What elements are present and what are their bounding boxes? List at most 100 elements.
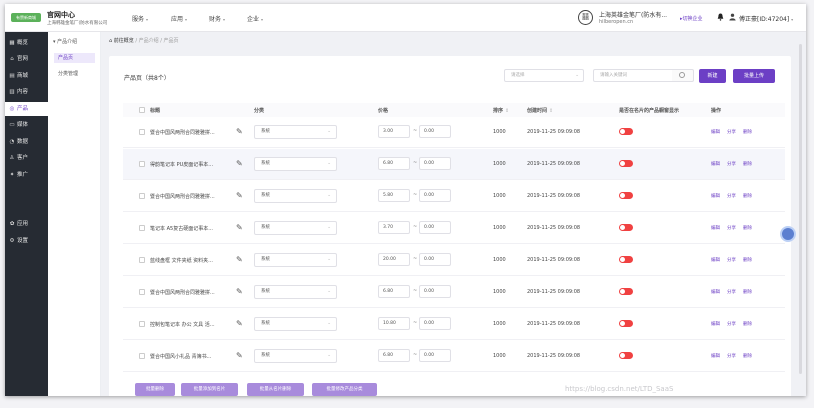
submenu-group-title[interactable]: ▾ 产品介绍 bbox=[53, 38, 77, 45]
bell-icon[interactable] bbox=[717, 13, 724, 21]
show-in-card-toggle[interactable] bbox=[619, 160, 633, 167]
sidebar-item-settings[interactable]: ⚙ 设置 bbox=[5, 234, 48, 248]
category-filter-select[interactable]: 请选择 ⌄ bbox=[504, 69, 584, 82]
user-menu[interactable]: 傅正豪[ID:47204] ▾ bbox=[739, 14, 793, 23]
row-category-select[interactable]: 系统 ⌄ bbox=[254, 189, 337, 203]
sidebar-item-website[interactable]: ⌂ 官网 bbox=[5, 52, 48, 66]
search-input[interactable]: 请输入关键词 bbox=[593, 69, 681, 82]
row-checkbox[interactable] bbox=[139, 193, 145, 199]
row-category-select[interactable]: 系统 ⌄ bbox=[254, 317, 337, 331]
pencil-icon[interactable]: ✎ bbox=[236, 190, 246, 201]
pencil-icon[interactable]: ✎ bbox=[236, 126, 246, 137]
share-link[interactable]: 分享 bbox=[727, 129, 736, 135]
show-in-card-toggle[interactable] bbox=[619, 128, 633, 135]
price-max-input[interactable]: 0.00 bbox=[419, 157, 451, 170]
delete-link[interactable]: 删除 bbox=[743, 129, 752, 135]
edit-link[interactable]: 编辑 bbox=[711, 321, 720, 327]
price-min-input[interactable]: 5.80 bbox=[378, 189, 410, 202]
row-checkbox[interactable] bbox=[139, 353, 145, 359]
sidebar-item-mall[interactable]: ▤ 商城 bbox=[5, 69, 48, 83]
row-checkbox[interactable] bbox=[139, 321, 145, 327]
nav-service[interactable]: 服务 ▾ bbox=[132, 14, 148, 23]
nav-enterprise[interactable]: 企业 ▾ bbox=[247, 14, 263, 23]
edit-link[interactable]: 编辑 bbox=[711, 289, 720, 295]
share-link[interactable]: 分享 bbox=[727, 289, 736, 295]
row-title[interactable]: 笔记本 A5复古硬面记事本... bbox=[150, 225, 228, 232]
delete-link[interactable]: 删除 bbox=[743, 257, 752, 263]
price-max-input[interactable]: 0.00 bbox=[419, 317, 451, 330]
pencil-icon[interactable]: ✎ bbox=[236, 286, 246, 297]
pencil-icon[interactable]: ✎ bbox=[236, 222, 246, 233]
col-sort[interactable]: 排序 ⇕ bbox=[493, 107, 509, 114]
delete-link[interactable]: 删除 bbox=[743, 225, 752, 231]
row-category-select[interactable]: 系统 ⌄ bbox=[254, 253, 337, 267]
price-max-input[interactable]: 0.00 bbox=[419, 221, 451, 234]
bulk-upload-button[interactable]: 批量上传 bbox=[733, 69, 775, 83]
pencil-icon[interactable]: ✎ bbox=[236, 318, 246, 329]
breadcrumb-home[interactable]: ⌂ 前往概览 bbox=[109, 38, 134, 44]
row-title[interactable]: 蓝线盘框 文件夹纸 资料夹... bbox=[150, 257, 228, 264]
delete-link[interactable]: 删除 bbox=[743, 289, 752, 295]
show-in-card-toggle[interactable] bbox=[619, 352, 633, 359]
pencil-icon[interactable]: ✎ bbox=[236, 350, 246, 361]
show-in-card-toggle[interactable] bbox=[619, 288, 633, 295]
row-checkbox[interactable] bbox=[139, 257, 145, 263]
logo[interactable]: 有赞新商城 bbox=[11, 13, 41, 22]
row-category-select[interactable]: 系统 ⌄ bbox=[254, 157, 337, 171]
search-button[interactable] bbox=[672, 69, 694, 82]
show-in-card-toggle[interactable] bbox=[619, 256, 633, 263]
sidebar-item-apps[interactable]: ✿ 应用 bbox=[5, 217, 48, 231]
show-in-card-toggle[interactable] bbox=[619, 224, 633, 231]
bulk-delete-button[interactable]: 批量删除 bbox=[135, 383, 175, 396]
price-min-input[interactable]: 6.80 bbox=[378, 157, 410, 170]
select-all-checkbox[interactable] bbox=[139, 107, 145, 113]
switch-company-link[interactable]: ▸切换企业 bbox=[680, 15, 703, 22]
row-title[interactable]: 暨合中国风两刑合同雅雅拼... bbox=[150, 193, 228, 200]
scrollbar[interactable] bbox=[799, 44, 802, 374]
row-category-select[interactable]: 系统 ⌄ bbox=[254, 221, 337, 235]
price-min-input[interactable]: 3.70 bbox=[378, 221, 410, 234]
share-link[interactable]: 分享 bbox=[727, 321, 736, 327]
row-title[interactable]: 暨合中国风两刑合同雅雅拼... bbox=[150, 289, 228, 296]
price-max-input[interactable]: 0.00 bbox=[419, 285, 451, 298]
row-category-select[interactable]: 系统 ⌄ bbox=[254, 349, 337, 363]
bulk-change-category-button[interactable]: 批量修改产品分类 bbox=[312, 383, 377, 396]
row-title[interactable]: 控制包笔记本 办公 文具 活... bbox=[150, 321, 228, 328]
price-max-input[interactable]: 0.00 bbox=[419, 125, 451, 138]
sidebar-item-overview[interactable]: ▦ 概览 bbox=[5, 36, 48, 50]
share-link[interactable]: 分享 bbox=[727, 193, 736, 199]
delete-link[interactable]: 删除 bbox=[743, 321, 752, 327]
sidebar-item-customer[interactable]: ♙ 客户 bbox=[5, 151, 48, 165]
nav-finance[interactable]: 财务 ▾ bbox=[209, 14, 225, 23]
price-min-input[interactable]: 6.80 bbox=[378, 349, 410, 362]
show-in-card-toggle[interactable] bbox=[619, 320, 633, 327]
delete-link[interactable]: 删除 bbox=[743, 353, 752, 359]
row-title[interactable]: 暨合中国风小礼品 青簿书... bbox=[150, 353, 228, 360]
nav-apps[interactable]: 应用 ▾ bbox=[171, 14, 187, 23]
col-created[interactable]: 创建时间 ⇕ bbox=[527, 107, 553, 114]
edit-link[interactable]: 编辑 bbox=[711, 129, 720, 135]
pencil-icon[interactable]: ✎ bbox=[236, 158, 246, 169]
row-checkbox[interactable] bbox=[139, 225, 145, 231]
price-max-input[interactable]: 0.00 bbox=[419, 189, 451, 202]
row-checkbox[interactable] bbox=[139, 161, 145, 167]
submenu-item-category[interactable]: 分类管理 bbox=[54, 69, 95, 79]
share-link[interactable]: 分享 bbox=[727, 161, 736, 167]
edit-link[interactable]: 编辑 bbox=[711, 161, 720, 167]
bulk-add-to-card-button[interactable]: 批量添加到名片 bbox=[181, 383, 238, 396]
row-checkbox[interactable] bbox=[139, 129, 145, 135]
share-link[interactable]: 分享 bbox=[727, 353, 736, 359]
price-min-input[interactable]: 10.80 bbox=[378, 317, 410, 330]
edit-link[interactable]: 编辑 bbox=[711, 257, 720, 263]
sidebar-item-media[interactable]: ▭ 媒体 bbox=[5, 118, 48, 132]
price-max-input[interactable]: 0.00 bbox=[419, 349, 451, 362]
submenu-item-product-page[interactable]: 产品页 bbox=[54, 53, 95, 63]
customer-service-icon[interactable] bbox=[780, 226, 796, 242]
delete-link[interactable]: 删除 bbox=[743, 161, 752, 167]
row-category-select[interactable]: 系统 ⌄ bbox=[254, 125, 337, 139]
bulk-remove-from-card-button[interactable]: 批量从名片删除 bbox=[247, 383, 304, 396]
price-min-input[interactable]: 6.80 bbox=[378, 285, 410, 298]
delete-link[interactable]: 删除 bbox=[743, 193, 752, 199]
pencil-icon[interactable]: ✎ bbox=[236, 254, 246, 265]
sidebar-item-product[interactable]: ◎ 产品 bbox=[5, 102, 48, 116]
